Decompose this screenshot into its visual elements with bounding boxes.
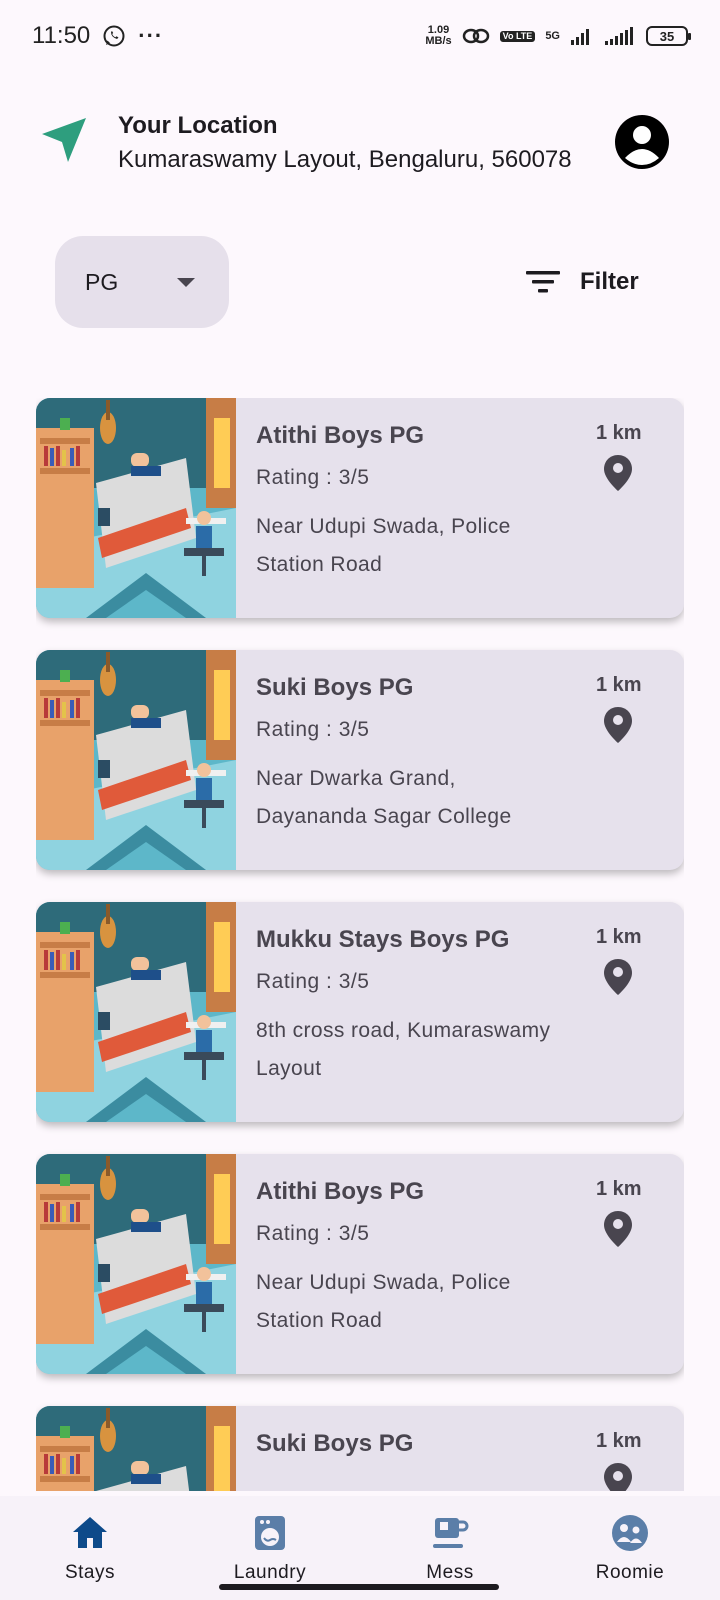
profile-avatar-icon[interactable] [614,114,670,170]
stay-type-dropdown[interactable]: PG [55,236,229,328]
listing-address: 8th cross road, Kumaraswamy Layout [256,1019,551,1080]
status-left: 11:50 ··· [32,22,163,50]
listing-name: Atithi Boys PG [256,1178,425,1205]
location-pin-icon[interactable] [603,706,633,744]
listing-address: Near Udupi Swada, Police Station Road [256,1271,511,1332]
listing-rating: Rating : 3/5 [256,718,370,741]
listing-list[interactable]: Atithi Boys PG Rating : 3/5 Near Udupi S… [36,398,684,1491]
location-header[interactable]: Your Location Kumaraswamy Layout, Bengal… [38,108,688,178]
nav-label-stays: Stays [64,1562,116,1583]
status-time: 11:50 [32,22,91,49]
listing-distance: 1 km [596,926,642,948]
nav-label-laundry: Laundry [233,1562,307,1583]
listing-name: Mukku Stays Boys PG [256,926,510,953]
listing-distance: 1 km [596,1430,642,1452]
dropdown-caret-icon [177,278,195,287]
nav-label-roomie: Roomie [595,1562,665,1583]
nav-tab-stays[interactable]: Stays [0,1496,180,1600]
listing-rating: Rating : 3/5 [256,1222,370,1245]
location-title: Your Location [118,112,278,139]
filter-lines-icon [526,271,560,293]
listing-distance: 1 km [596,422,642,444]
listing-name: Atithi Boys PG [256,422,425,449]
volte-badge: Vo LTE [499,30,536,42]
listing-rating: Rating : 3/5 [256,970,370,993]
tea-cup-icon [433,1518,469,1548]
more-notifications-icon: ··· [138,23,164,48]
status-right: 1.09 MB/s Vo LTE 5G 35 [425,25,691,47]
navigation-arrow-icon [42,118,86,162]
listing-name: Suki Boys PG [256,1430,414,1457]
whatsapp-icon [103,25,125,47]
washing-machine-icon [255,1516,285,1550]
gesture-home-indicator[interactable] [219,1584,499,1590]
listing-card[interactable]: Suki Boys PG 1 km [36,1406,684,1491]
listing-card[interactable]: Suki Boys PG Rating : 3/5 Near Dwarka Gr… [36,650,684,870]
room-illustration-image [36,1406,236,1491]
status-bar: 11:50 ··· 1.09 MB/s Vo LTE 5G 35 [0,0,720,72]
location-pin-icon[interactable] [603,1210,633,1248]
battery-indicator: 35 [646,26,691,46]
room-illustration-image [36,398,236,618]
room-illustration-image [36,902,236,1122]
stay-type-selected: PG [85,268,119,295]
filter-button[interactable]: Filter [526,262,639,302]
nav-label-mess: Mess [426,1562,474,1583]
listing-card[interactable]: Atithi Boys PG Rating : 3/5 Near Udupi S… [36,1154,684,1374]
room-illustration-image [36,1154,236,1374]
filter-label: Filter [580,268,639,295]
hotspot-link-icon [462,28,489,44]
nav-tab-roomie[interactable]: Roomie [540,1496,720,1600]
network-type: 5G [545,30,560,42]
location-pin-icon[interactable] [603,1462,633,1491]
listing-distance: 1 km [596,1178,642,1200]
location-pin-icon[interactable] [603,454,633,492]
room-illustration-image [36,650,236,870]
net-speed-unit: MB/s [425,35,452,47]
listing-address: Near Dwarka Grand, Dayananda Sagar Colle… [256,767,512,828]
net-speed: 1.09 MB/s [425,25,451,47]
group-people-icon [612,1515,648,1551]
location-pin-icon[interactable] [603,958,633,996]
listing-card[interactable]: Atithi Boys PG Rating : 3/5 Near Udupi S… [36,398,684,618]
listing-address: Near Udupi Swada, Police Station Road [256,515,511,576]
listing-rating: Rating : 3/5 [256,466,370,489]
location-address: Kumaraswamy Layout, Bengaluru, 560078 [118,146,572,173]
listing-card[interactable]: Mukku Stays Boys PG Rating : 3/5 8th cro… [36,902,684,1122]
listing-name: Suki Boys PG [256,674,414,701]
listing-distance: 1 km [596,674,642,696]
signal-strength-icon [571,29,589,45]
signal-strength-icon [605,27,633,45]
home-icon [73,1517,107,1548]
